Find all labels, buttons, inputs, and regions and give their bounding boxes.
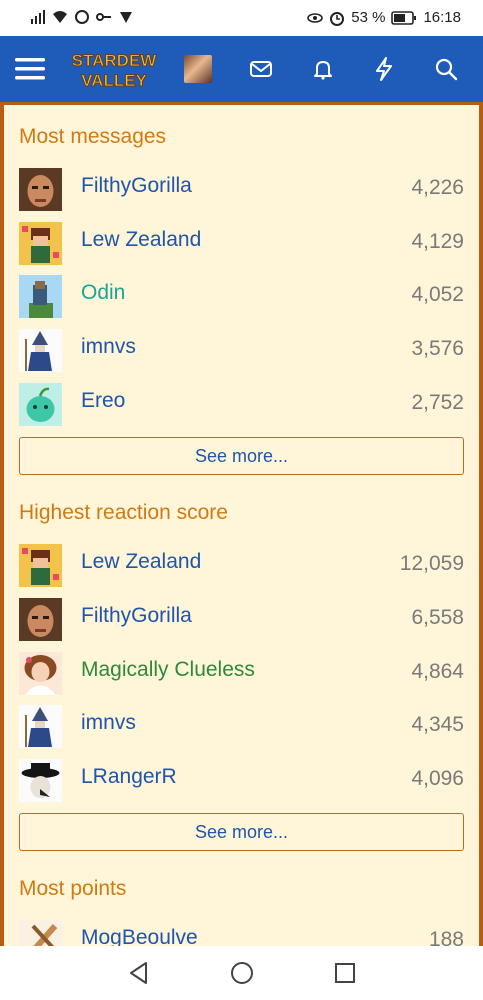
see-more-button[interactable]: See more... — [19, 813, 464, 851]
list-item[interactable]: imnvs 3,576 — [19, 327, 464, 375]
recents-icon[interactable] — [332, 960, 358, 986]
section-title-most-points: Most points — [19, 877, 127, 900]
member-name[interactable]: FilthyGorilla — [81, 604, 192, 628]
hamburger-icon — [15, 58, 45, 80]
member-name[interactable]: imnvs — [81, 711, 136, 735]
system-navigation-bar — [0, 946, 483, 1000]
menu-button[interactable] — [14, 53, 46, 85]
alarm-icon — [330, 11, 345, 26]
member-count: 4,129 — [411, 230, 464, 253]
member-name[interactable]: Odin — [81, 281, 125, 305]
avatar-sky[interactable] — [19, 275, 62, 318]
envelope-icon — [250, 61, 272, 77]
member-count: 4,052 — [411, 283, 464, 306]
list-item[interactable]: Odin 4,052 — [19, 273, 464, 321]
user-avatar[interactable] — [184, 55, 212, 83]
logo-line-2: VALLEY — [81, 71, 147, 90]
eye-icon — [307, 12, 324, 23]
member-name[interactable]: imnvs — [81, 335, 136, 359]
member-score: 6,558 — [411, 606, 464, 629]
member-name[interactable]: MogBeoulve — [81, 926, 198, 946]
back-icon[interactable] — [126, 960, 152, 986]
section-title-most-messages: Most messages — [19, 125, 167, 148]
avatar-hat[interactable] — [19, 759, 62, 802]
list-item[interactable]: Magically Clueless 4,864 — [19, 650, 464, 698]
list-item[interactable]: Ereo 2,752 — [19, 381, 464, 429]
home-icon[interactable] — [229, 960, 255, 986]
avatar-junimo[interactable] — [19, 383, 62, 426]
member-name[interactable]: LRangerR — [81, 765, 177, 789]
list-item[interactable]: Lew Zealand 4,129 — [19, 220, 464, 268]
clock-time: 16:18 — [423, 9, 461, 26]
list-item[interactable]: FilthyGorilla 4,226 — [19, 166, 464, 214]
avatar-wizard[interactable] — [19, 329, 62, 372]
search-button[interactable] — [430, 53, 462, 85]
avatar-girl[interactable] — [19, 652, 62, 695]
logo-line-1: STARDEW — [72, 51, 158, 70]
member-name[interactable]: FilthyGorilla — [81, 174, 192, 198]
see-more-button[interactable]: See more... — [19, 437, 464, 475]
avatar-pixel-yellow[interactable] — [19, 222, 62, 265]
avatar-pixel-yellow[interactable] — [19, 544, 62, 587]
list-item[interactable]: MogBeoulve 188 — [19, 918, 464, 946]
search-icon — [435, 58, 458, 81]
list-item[interactable]: LRangerR 4,096 — [19, 757, 464, 805]
battery-icon — [391, 10, 417, 25]
member-stats-content: Most messages FilthyGorilla 4,226 Lew Ze… — [0, 102, 483, 946]
battery-percent: 53 % — [351, 9, 386, 26]
member-count: 3,576 — [411, 337, 464, 360]
member-score: 4,345 — [411, 713, 464, 736]
list-item[interactable]: Lew Zealand 12,059 — [19, 542, 464, 590]
avatar-wizard[interactable] — [19, 705, 62, 748]
list-item[interactable]: imnvs 4,345 — [19, 703, 464, 751]
signal-icon — [31, 10, 45, 24]
list-item[interactable]: FilthyGorilla 6,558 — [19, 596, 464, 644]
member-score: 12,059 — [399, 552, 464, 575]
avatar-face[interactable] — [19, 168, 62, 211]
tv-icon — [120, 12, 132, 23]
avatar-tan[interactable] — [19, 920, 62, 946]
wifi-icon — [53, 11, 67, 23]
member-score: 4,096 — [411, 767, 464, 790]
top-nav-bar: STARDEW VALLEY — [0, 36, 483, 102]
alerts-button[interactable] — [307, 53, 339, 85]
status-bar: 53 % 16:18 — [0, 0, 483, 36]
section-title-highest-reaction-score: Highest reaction score — [19, 501, 228, 524]
member-points: 188 — [428, 928, 464, 946]
member-count: 2,752 — [411, 391, 464, 414]
lightning-icon — [376, 57, 392, 81]
avatar-face[interactable] — [19, 598, 62, 641]
key-icon — [96, 13, 111, 21]
site-logo[interactable]: STARDEW VALLEY — [64, 49, 164, 91]
member-name[interactable]: Ereo — [81, 389, 125, 413]
member-score: 4,864 — [411, 660, 464, 683]
member-name[interactable]: Magically Clueless — [81, 658, 255, 682]
bell-icon — [314, 61, 332, 80]
member-name[interactable]: Lew Zealand — [81, 228, 201, 252]
whats-new-button[interactable] — [368, 53, 400, 85]
inbox-button[interactable] — [245, 53, 277, 85]
member-count: 4,226 — [411, 176, 464, 199]
nfc-icon — [75, 10, 89, 24]
member-name[interactable]: Lew Zealand — [81, 550, 201, 574]
